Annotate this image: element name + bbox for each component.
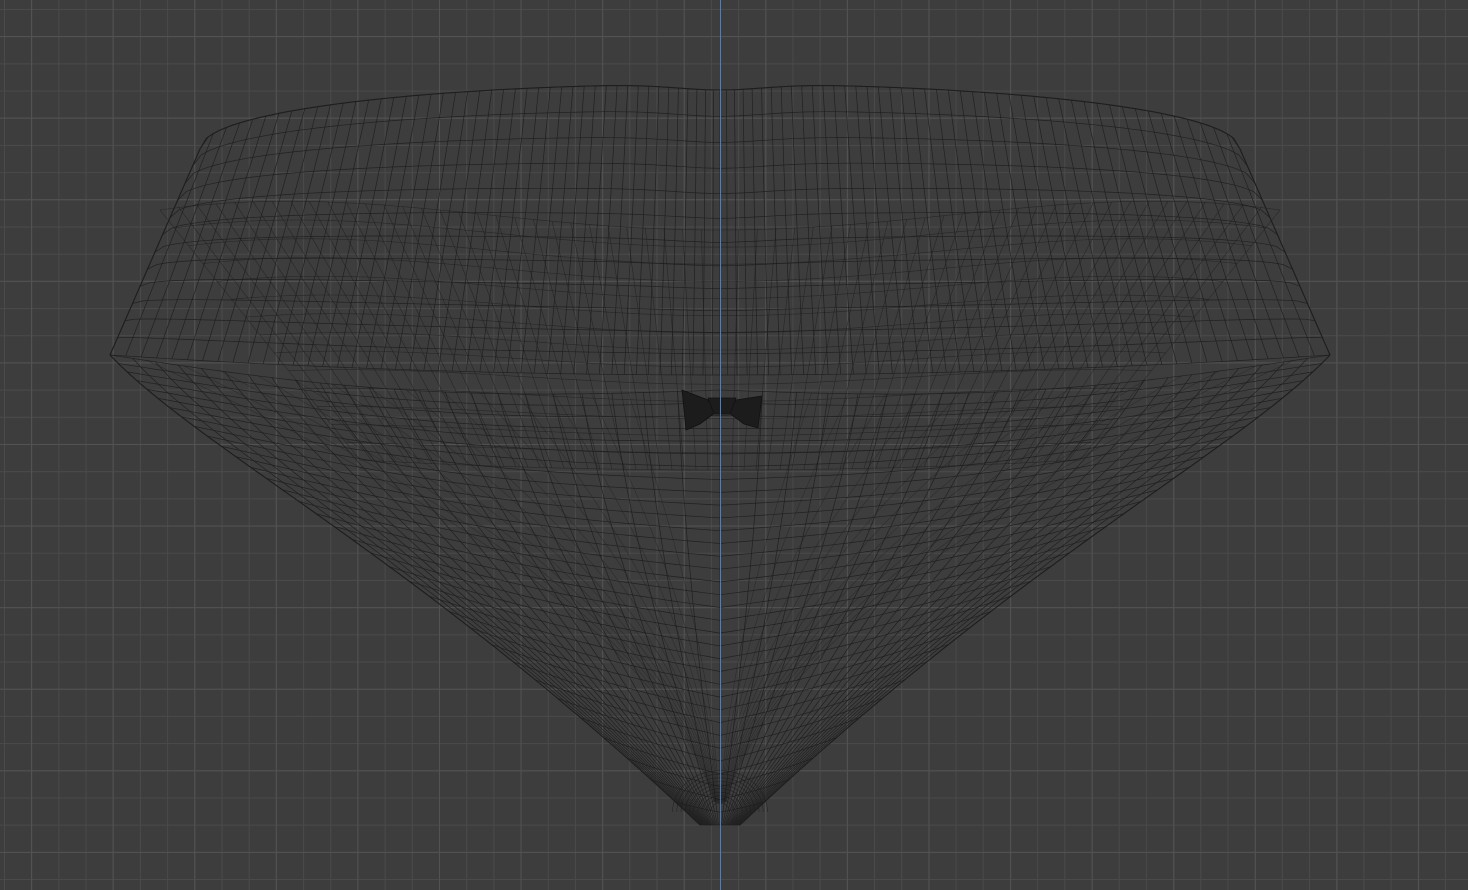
- 3d-viewport[interactable]: [0, 0, 1468, 890]
- bow-object[interactable]: [681, 389, 763, 431]
- wireframe-mesh[interactable]: [0, 0, 1468, 890]
- mesh-wire-lines: [109, 85, 1331, 826]
- bow-wing: [681, 389, 717, 431]
